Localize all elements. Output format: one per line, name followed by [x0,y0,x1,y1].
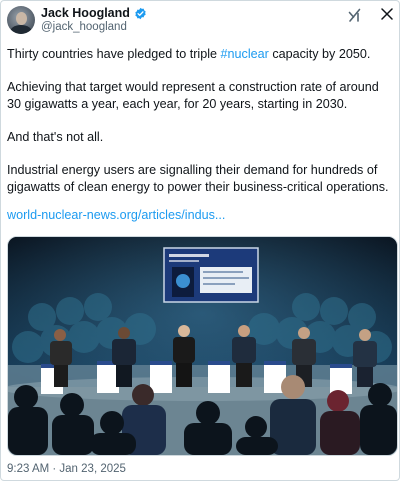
presentation-screen [163,247,259,303]
close-icon[interactable] [380,6,394,22]
tweet-text-after-hashtag: capacity by 2050. [268,47,371,61]
tweet-paragraph-1: Thirty countries have pledged to triple … [7,46,393,63]
avatar-shoulders [10,25,32,34]
panel-discussion-photo[interactable] [7,236,398,456]
author-name[interactable]: Jack Hoogland [41,6,130,20]
verified-badge-icon [135,7,146,19]
stage-scene [8,237,397,455]
author-name-row[interactable]: Jack Hoogland [41,6,147,20]
tweet-text-before-hashtag: Thirty countries have pledged to triple [7,47,221,61]
tweet-timestamp[interactable]: 9:23 AM · Jan 23, 2025 [7,463,126,475]
grok-icon[interactable] [347,7,363,23]
nuclear-hashtag-link[interactable]: #nuclear [221,47,269,61]
tweet-paragraph-2: Achieving that target would represent a … [7,80,379,111]
tweet-card: Jack Hoogland @jack_hoogland Thirty coun… [0,0,400,481]
avatar[interactable] [7,6,35,34]
avatar-face [16,12,27,25]
tweet-paragraph-4: Industrial energy users are signalling t… [7,163,389,194]
article-link[interactable]: world-nuclear-news.org/articles/indus... [7,208,225,222]
author-handle[interactable]: @jack_hoogland [41,21,127,33]
tweet-text: Thirty countries have pledged to triple … [7,46,393,212]
tweet-paragraph-3: And that's not all. [7,130,104,144]
